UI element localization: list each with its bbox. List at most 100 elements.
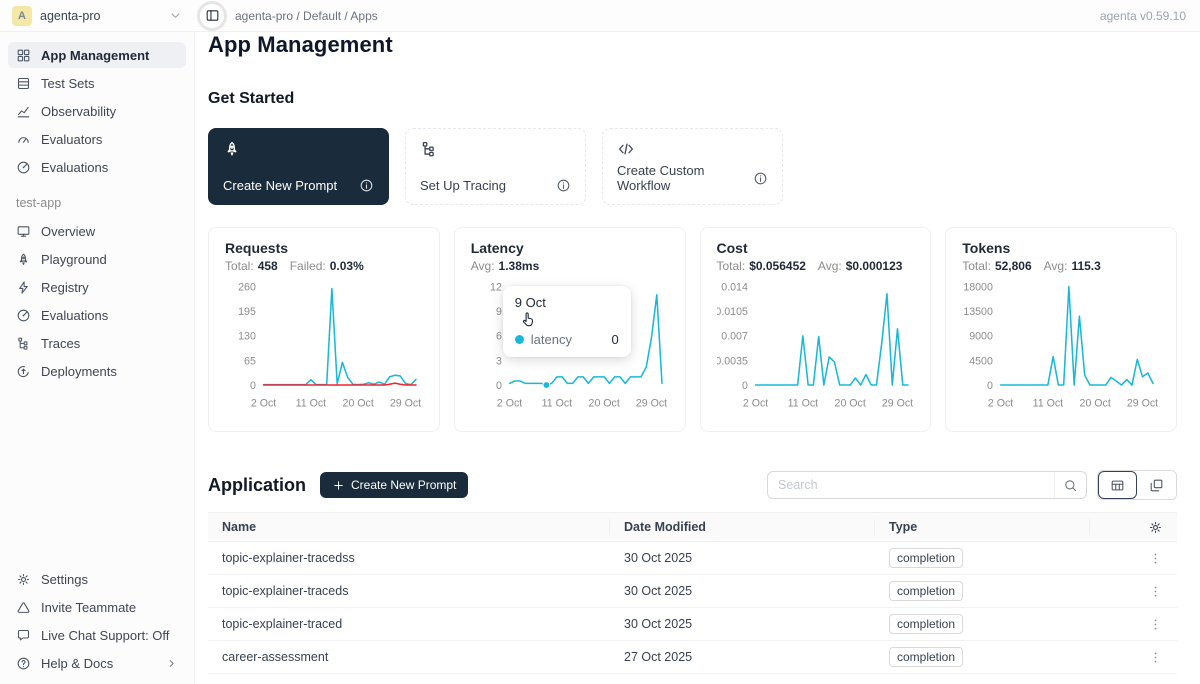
- table-row[interactable]: topic-explainer-traced 30 Oct 2025 compl…: [208, 608, 1177, 641]
- app-name[interactable]: topic-explainer-tracedss: [208, 551, 610, 565]
- sidebar-item-label: Traces: [41, 336, 80, 351]
- evaluations-icon: [16, 308, 31, 323]
- sidebar-item-registry[interactable]: Registry: [8, 274, 186, 300]
- sidebar-item-observability[interactable]: Observability: [8, 98, 186, 124]
- app-name[interactable]: topic-explainer-traceds: [208, 584, 610, 598]
- svg-text:29 Oct: 29 Oct: [1127, 397, 1158, 409]
- create-custom-workflow-card[interactable]: Create Custom Workflow: [602, 128, 783, 205]
- cost-chart[interactable]: 0.0140.01050.0070.003502 Oct11 Oct20 Oct…: [717, 277, 915, 412]
- sidebar-collapse-button[interactable]: [197, 1, 227, 31]
- app-name[interactable]: topic-explainer-traced: [208, 617, 610, 631]
- create-new-prompt-button[interactable]: Create New Prompt: [320, 472, 468, 498]
- get-started-cards: Create New Prompt Set Up Tracing Create …: [208, 128, 1177, 205]
- sidebar-item-playground[interactable]: Playground: [8, 246, 186, 272]
- sidebar-item-app-evaluations[interactable]: Evaluations: [8, 302, 186, 328]
- workspace-switcher[interactable]: A agenta-pro: [0, 6, 195, 26]
- set-up-tracing-card[interactable]: Set Up Tracing: [405, 128, 586, 205]
- svg-text:20 Oct: 20 Oct: [588, 397, 619, 409]
- workspace-avatar: A: [12, 6, 32, 26]
- sidebar-item-label: App Management: [41, 48, 149, 63]
- traces-icon: [420, 140, 571, 158]
- tokens-chart[interactable]: 18000135009000450002 Oct11 Oct20 Oct29 O…: [962, 277, 1160, 412]
- stat-meta-label: Avg:: [1044, 259, 1068, 273]
- search-button[interactable]: [1054, 472, 1086, 498]
- row-actions-button[interactable]: [1148, 650, 1163, 665]
- info-icon[interactable]: [556, 178, 571, 193]
- table-settings-button[interactable]: [1090, 519, 1177, 535]
- stat-meta-value: $0.056452: [749, 259, 806, 273]
- collapse-sidebar-icon: [205, 8, 220, 23]
- stat-meta-label: Failed:: [290, 259, 326, 273]
- gear-icon: [1148, 520, 1163, 535]
- help-icon: [16, 656, 31, 671]
- table-row[interactable]: career-assessment 27 Oct 2025 completion: [208, 641, 1177, 674]
- grid-icon: [16, 48, 31, 63]
- app-name[interactable]: career-assessment: [208, 650, 610, 664]
- stat-title: Cost: [717, 240, 915, 256]
- monitor-icon: [16, 224, 31, 239]
- stat-meta-label: Avg:: [471, 259, 495, 273]
- row-actions-button[interactable]: [1148, 551, 1163, 566]
- sidebar-item-evaluators[interactable]: Evaluators: [8, 126, 186, 152]
- table-view-icon: [1110, 478, 1125, 493]
- stat-meta-value: $0.000123: [846, 259, 903, 273]
- svg-text:11 Oct: 11 Oct: [541, 397, 572, 409]
- lightning-icon: [16, 280, 31, 295]
- card-view-button[interactable]: [1137, 471, 1176, 499]
- svg-text:9: 9: [496, 306, 502, 318]
- type-badge: completion: [889, 647, 963, 667]
- svg-text:18000: 18000: [964, 282, 994, 294]
- requests-chart[interactable]: 2601951306502 Oct11 Oct20 Oct29 Oct: [225, 277, 423, 412]
- sidebar-item-invite-teammate[interactable]: Invite Teammate: [8, 594, 186, 620]
- sidebar-item-label: Help & Docs: [41, 656, 113, 671]
- series-dot: [515, 335, 524, 344]
- svg-text:11 Oct: 11 Oct: [1033, 397, 1064, 409]
- sidebar-item-settings[interactable]: Settings: [8, 566, 186, 592]
- sidebar-item-label: Evaluators: [41, 132, 102, 147]
- table-row[interactable]: topic-explainer-traceds 30 Oct 2025 comp…: [208, 575, 1177, 608]
- observability-icon: [16, 104, 31, 119]
- svg-text:6: 6: [496, 331, 502, 343]
- requests-stat-card: Requests Total:458 Failed:0.03% 26019513…: [208, 227, 440, 432]
- column-header-date-modified[interactable]: Date Modified: [610, 519, 875, 535]
- search-input[interactable]: [768, 478, 1054, 492]
- search-icon: [1063, 478, 1078, 493]
- info-icon[interactable]: [359, 178, 374, 193]
- column-header-type[interactable]: Type: [875, 519, 1090, 535]
- svg-text:0: 0: [987, 380, 993, 392]
- cost-stat-card: Cost Total:$0.056452 Avg:$0.000123 0.014…: [700, 227, 932, 432]
- breadcrumb[interactable]: agenta-pro / Default / Apps: [235, 9, 378, 23]
- sidebar-item-test-sets[interactable]: Test Sets: [8, 70, 186, 96]
- column-header-name[interactable]: Name: [208, 519, 610, 535]
- app-date-modified: 30 Oct 2025: [610, 551, 875, 565]
- card-label: Create Custom Workflow: [617, 163, 753, 193]
- sidebar-item-app-management[interactable]: App Management: [8, 42, 186, 68]
- sidebar-item-label: Evaluations: [41, 308, 108, 323]
- gear-icon: [16, 572, 31, 587]
- sidebar-item-overview[interactable]: Overview: [8, 218, 186, 244]
- sidebar-item-help-docs[interactable]: Help & Docs: [8, 650, 186, 676]
- svg-text:65: 65: [244, 355, 256, 367]
- svg-text:2 Oct: 2 Oct: [988, 397, 1013, 409]
- evaluations-icon: [16, 160, 31, 175]
- row-actions-button[interactable]: [1148, 617, 1163, 632]
- create-new-prompt-card[interactable]: Create New Prompt: [208, 128, 389, 205]
- sidebar-item-label: Settings: [41, 572, 88, 587]
- sidebar-item-evaluations[interactable]: Evaluations: [8, 154, 186, 180]
- sidebar-item-live-chat-support[interactable]: Live Chat Support: Off: [8, 622, 186, 648]
- svg-text:130: 130: [238, 331, 256, 343]
- application-header: Application Create New Prompt: [208, 470, 1177, 500]
- row-actions-button[interactable]: [1148, 584, 1163, 599]
- stat-meta-label: Avg:: [818, 259, 842, 273]
- view-toggle: [1097, 470, 1177, 500]
- latency-stat-card: Latency Avg:1.38ms 1296302 Oct11 Oct20 O…: [454, 227, 686, 432]
- stat-meta-value: 1.38ms: [499, 259, 540, 273]
- application-heading: Application: [208, 475, 306, 496]
- info-icon[interactable]: [753, 171, 768, 186]
- svg-text:11 Oct: 11 Oct: [787, 397, 818, 409]
- sidebar-item-traces[interactable]: Traces: [8, 330, 186, 356]
- sidebar-item-deployments[interactable]: Deployments: [8, 358, 186, 384]
- sidebar-item-label: Live Chat Support: Off: [41, 628, 169, 643]
- table-row[interactable]: topic-explainer-tracedss 30 Oct 2025 com…: [208, 542, 1177, 575]
- table-view-button[interactable]: [1098, 471, 1137, 499]
